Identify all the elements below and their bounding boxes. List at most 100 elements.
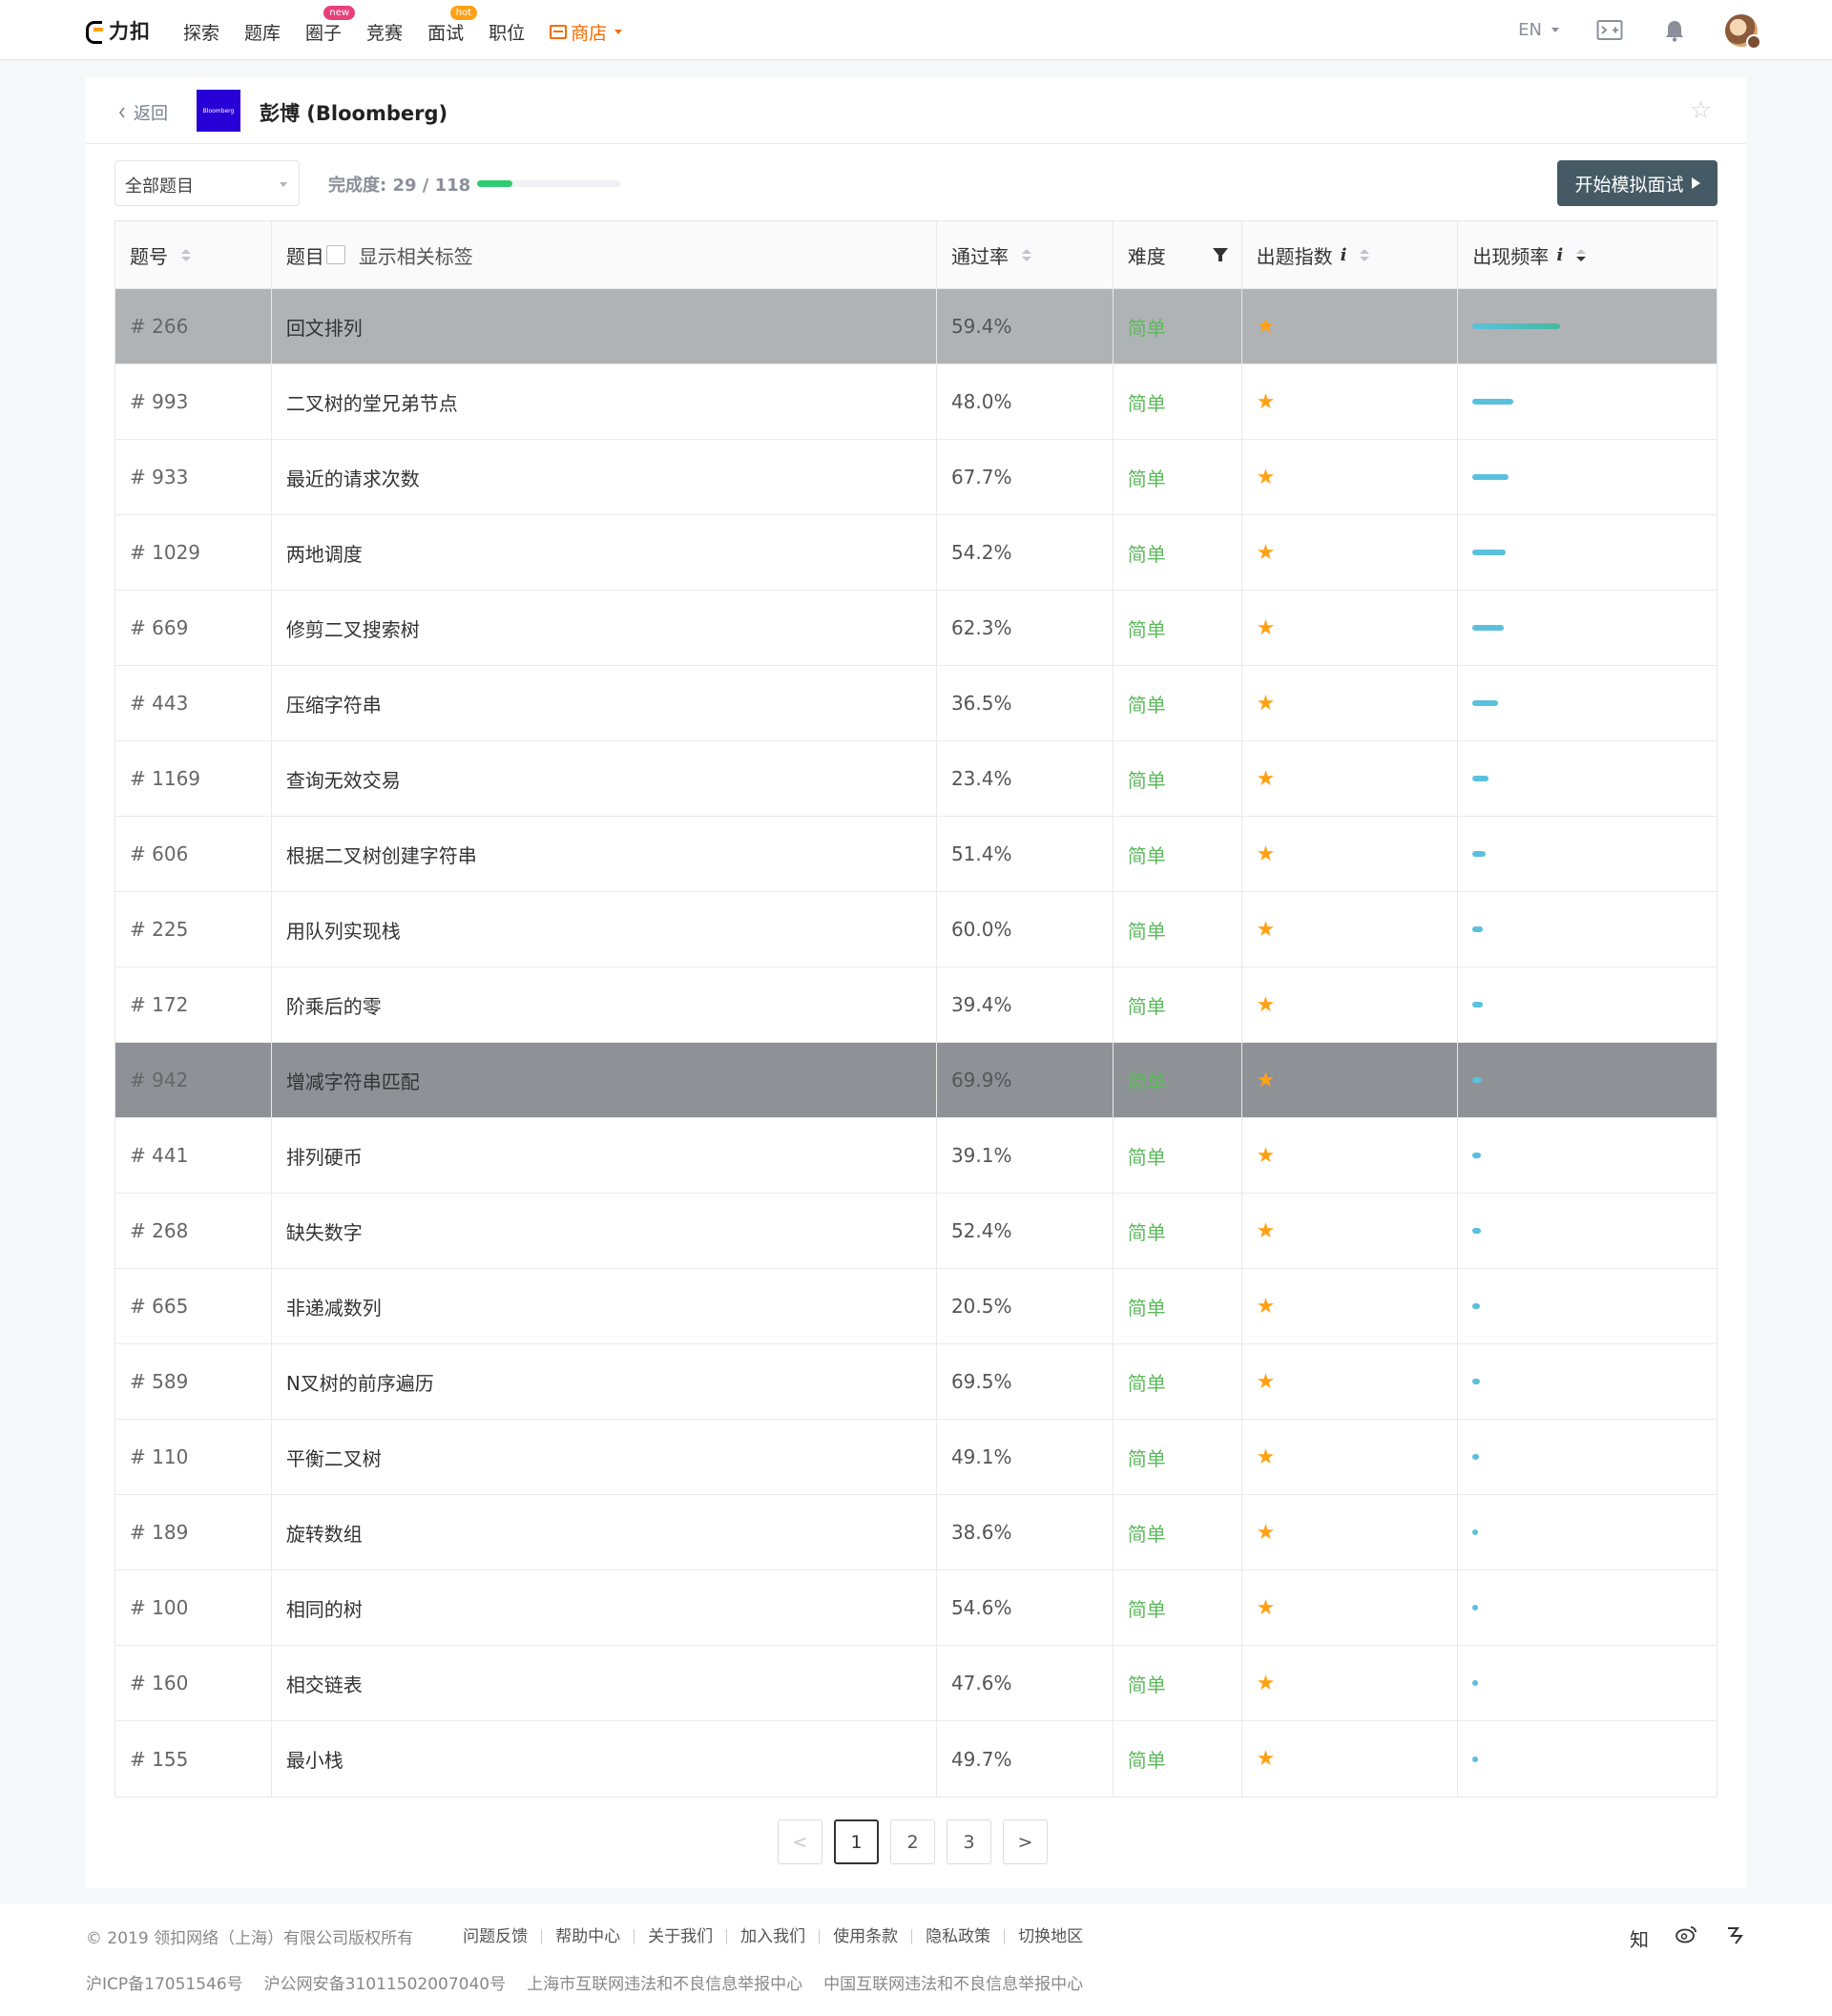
table-row[interactable]: # 606 根据二叉树创建字符串 51.4% 简单 ★ — [115, 817, 1717, 892]
problem-title-link-text[interactable]: 根据二叉树创建字符串 — [286, 841, 477, 868]
table-row[interactable]: # 172 阶乘后的零 39.4% 简单 ★ — [115, 967, 1717, 1043]
page-button-1[interactable]: 1 — [834, 1819, 879, 1864]
table-row[interactable]: # 589 N叉树的前序遍历 69.5% 简单 ★ — [115, 1344, 1717, 1420]
problem-title-link[interactable]: 非递减数列 — [272, 1269, 937, 1343]
table-row[interactable]: # 942 增减字符串匹配 69.9% 简单 ★ — [115, 1043, 1717, 1118]
table-row[interactable]: # 933 最近的请求次数 67.7% 简单 ★ — [115, 440, 1717, 515]
filter-icon[interactable] — [1212, 248, 1228, 261]
table-row[interactable]: # 669 修剪二叉搜索树 62.3% 简单 ★ — [115, 591, 1717, 666]
page-button-2[interactable]: 2 — [890, 1819, 935, 1864]
table-row[interactable]: # 268 缺失数字 52.4% 简单 ★ — [115, 1194, 1717, 1269]
nav-item-circle[interactable]: 圈子 new — [305, 6, 356, 45]
footer-link-join[interactable]: 加入我们 — [727, 1928, 821, 1944]
problem-title-link-text[interactable]: 查询无效交易 — [286, 765, 401, 793]
problem-title-link-text[interactable]: 阶乘后的零 — [286, 991, 382, 1019]
problem-title-link[interactable]: 用队列实现栈 — [272, 892, 937, 966]
leetcode-logo[interactable]: 力扣 — [84, 15, 151, 46]
weibo-icon[interactable] — [1676, 1924, 1698, 1952]
china-report-link[interactable]: 中国互联网违法和不良信息举报中心 — [823, 1970, 1083, 1994]
problem-title-link[interactable]: 根据二叉树创建字符串 — [272, 817, 937, 891]
table-row[interactable]: # 443 压缩字符串 36.5% 简单 ★ — [115, 666, 1717, 741]
problem-title-link[interactable]: 回文排列 — [272, 289, 937, 364]
wechat-icon[interactable] — [1725, 1924, 1746, 1952]
zhihu-icon[interactable]: 知 — [1630, 1924, 1649, 1952]
header-rate[interactable]: 通过率 — [937, 221, 1114, 288]
table-row[interactable]: # 266 回文排列 59.4% 简单 ★ — [115, 289, 1717, 364]
problem-title-link-text[interactable]: 回文排列 — [286, 313, 363, 341]
problem-title-link[interactable]: 最近的请求次数 — [272, 440, 937, 514]
info-icon[interactable]: i — [1556, 245, 1563, 265]
info-icon[interactable]: i — [1341, 245, 1347, 265]
page-button-3[interactable]: 3 — [947, 1819, 991, 1864]
problem-title-link[interactable]: 增减字符串匹配 — [272, 1043, 937, 1117]
next-page-button[interactable]: > — [1003, 1819, 1048, 1864]
show-tags-checkbox[interactable] — [325, 245, 345, 264]
problem-title-link[interactable]: 排列硬币 — [272, 1118, 937, 1193]
footer-link-feedback[interactable]: 问题反馈 — [449, 1928, 543, 1944]
problem-title-link-text[interactable]: 二叉树的堂兄弟节点 — [286, 388, 458, 416]
header-difficulty[interactable]: 难度 — [1114, 221, 1242, 288]
table-row[interactable]: # 441 排列硬币 39.1% 简单 ★ — [115, 1118, 1717, 1194]
problem-title-link[interactable]: 压缩字符串 — [272, 666, 937, 740]
problem-title-link-text[interactable]: 相交链表 — [286, 1670, 363, 1697]
problem-title-link-text[interactable]: 最近的请求次数 — [286, 464, 420, 491]
back-button[interactable]: 返回 — [118, 100, 168, 125]
problem-title-link-text[interactable]: 两地调度 — [286, 539, 363, 567]
problem-title-link-text[interactable]: N叉树的前序遍历 — [286, 1368, 434, 1396]
table-row[interactable]: # 110 平衡二叉树 49.1% 简单 ★ — [115, 1420, 1717, 1495]
problem-title-link[interactable]: 修剪二叉搜索树 — [272, 591, 937, 665]
problem-title-link-text[interactable]: 旋转数组 — [286, 1519, 363, 1547]
prev-page-button[interactable]: < — [778, 1819, 822, 1864]
nav-item-interview[interactable]: 面试 hot — [427, 6, 478, 45]
footer-link-region[interactable]: 切换地区 — [1005, 1928, 1096, 1944]
user-avatar[interactable] — [1725, 13, 1761, 50]
header-id[interactable]: 题号 — [115, 221, 272, 288]
problem-title-link[interactable]: 平衡二叉树 — [272, 1420, 937, 1494]
nav-item-contest[interactable]: 竞赛 — [366, 15, 403, 45]
language-switch[interactable]: EN — [1518, 20, 1559, 40]
header-index[interactable]: 出题指数 i — [1242, 221, 1459, 288]
problem-title-link-text[interactable]: 最小栈 — [286, 1745, 344, 1773]
playground-icon[interactable] — [1595, 16, 1624, 45]
problem-title-link[interactable]: 两地调度 — [272, 515, 937, 590]
problem-title-link[interactable]: 二叉树的堂兄弟节点 — [272, 364, 937, 439]
bell-icon[interactable] — [1660, 16, 1689, 45]
problem-title-link-text[interactable]: 非递减数列 — [286, 1293, 382, 1320]
table-row[interactable]: # 225 用队列实现栈 60.0% 简单 ★ — [115, 892, 1717, 967]
footer-link-about[interactable]: 关于我们 — [635, 1928, 728, 1944]
problem-filter-select[interactable]: 全部题目 — [114, 160, 300, 206]
problem-title-link[interactable]: N叉树的前序遍历 — [272, 1344, 937, 1419]
table-row[interactable]: # 155 最小栈 49.7% 简单 ★ — [115, 1721, 1717, 1797]
table-row[interactable]: # 189 旋转数组 38.6% 简单 ★ — [115, 1495, 1717, 1570]
shanghai-report-link[interactable]: 上海市互联网违法和不良信息举报中心 — [527, 1970, 802, 1994]
problem-title-link[interactable]: 阶乘后的零 — [272, 967, 937, 1042]
problem-title-link[interactable]: 最小栈 — [272, 1721, 937, 1797]
police-record-link[interactable]: 沪公网安备31011502007040号 — [264, 1970, 506, 1994]
problem-title-link-text[interactable]: 修剪二叉搜索树 — [286, 614, 420, 642]
footer-link-terms[interactable]: 使用条款 — [820, 1928, 913, 1944]
problem-title-link-text[interactable]: 压缩字符串 — [286, 690, 382, 717]
favorite-star-icon[interactable]: ☆ — [1690, 96, 1712, 125]
problem-title-link[interactable]: 相交链表 — [272, 1646, 937, 1720]
start-mock-interview-button[interactable]: 开始模拟面试 — [1557, 160, 1718, 206]
icp-link[interactable]: 沪ICP备17051546号 — [86, 1970, 243, 1994]
problem-title-link[interactable]: 缺失数字 — [272, 1194, 937, 1268]
table-row[interactable]: # 1169 查询无效交易 23.4% 简单 ★ — [115, 741, 1717, 817]
problem-title-link-text[interactable]: 平衡二叉树 — [286, 1444, 382, 1471]
problem-title-link-text[interactable]: 排列硬币 — [286, 1142, 363, 1170]
table-row[interactable]: # 160 相交链表 47.6% 简单 ★ — [115, 1646, 1717, 1721]
nav-item-store[interactable]: 商店 — [550, 15, 623, 45]
nav-item-jobs[interactable]: 职位 — [489, 15, 525, 45]
problem-title-link-text[interactable]: 增减字符串匹配 — [286, 1067, 420, 1094]
header-frequency[interactable]: 出现频率 i — [1458, 221, 1717, 288]
table-row[interactable]: # 993 二叉树的堂兄弟节点 48.0% 简单 ★ — [115, 364, 1717, 440]
problem-title-link[interactable]: 查询无效交易 — [272, 741, 937, 816]
nav-item-explore[interactable]: 探索 — [183, 15, 219, 45]
problem-title-link-text[interactable]: 缺失数字 — [286, 1217, 363, 1245]
table-row[interactable]: # 100 相同的树 54.6% 简单 ★ — [115, 1570, 1717, 1646]
footer-link-privacy[interactable]: 隐私政策 — [912, 1928, 1006, 1944]
problem-title-link-text[interactable]: 相同的树 — [286, 1594, 363, 1622]
nav-item-problems[interactable]: 题库 — [244, 15, 281, 45]
problem-title-link[interactable]: 相同的树 — [272, 1570, 937, 1645]
show-tags-label[interactable]: 显示相关标签 — [359, 241, 473, 269]
